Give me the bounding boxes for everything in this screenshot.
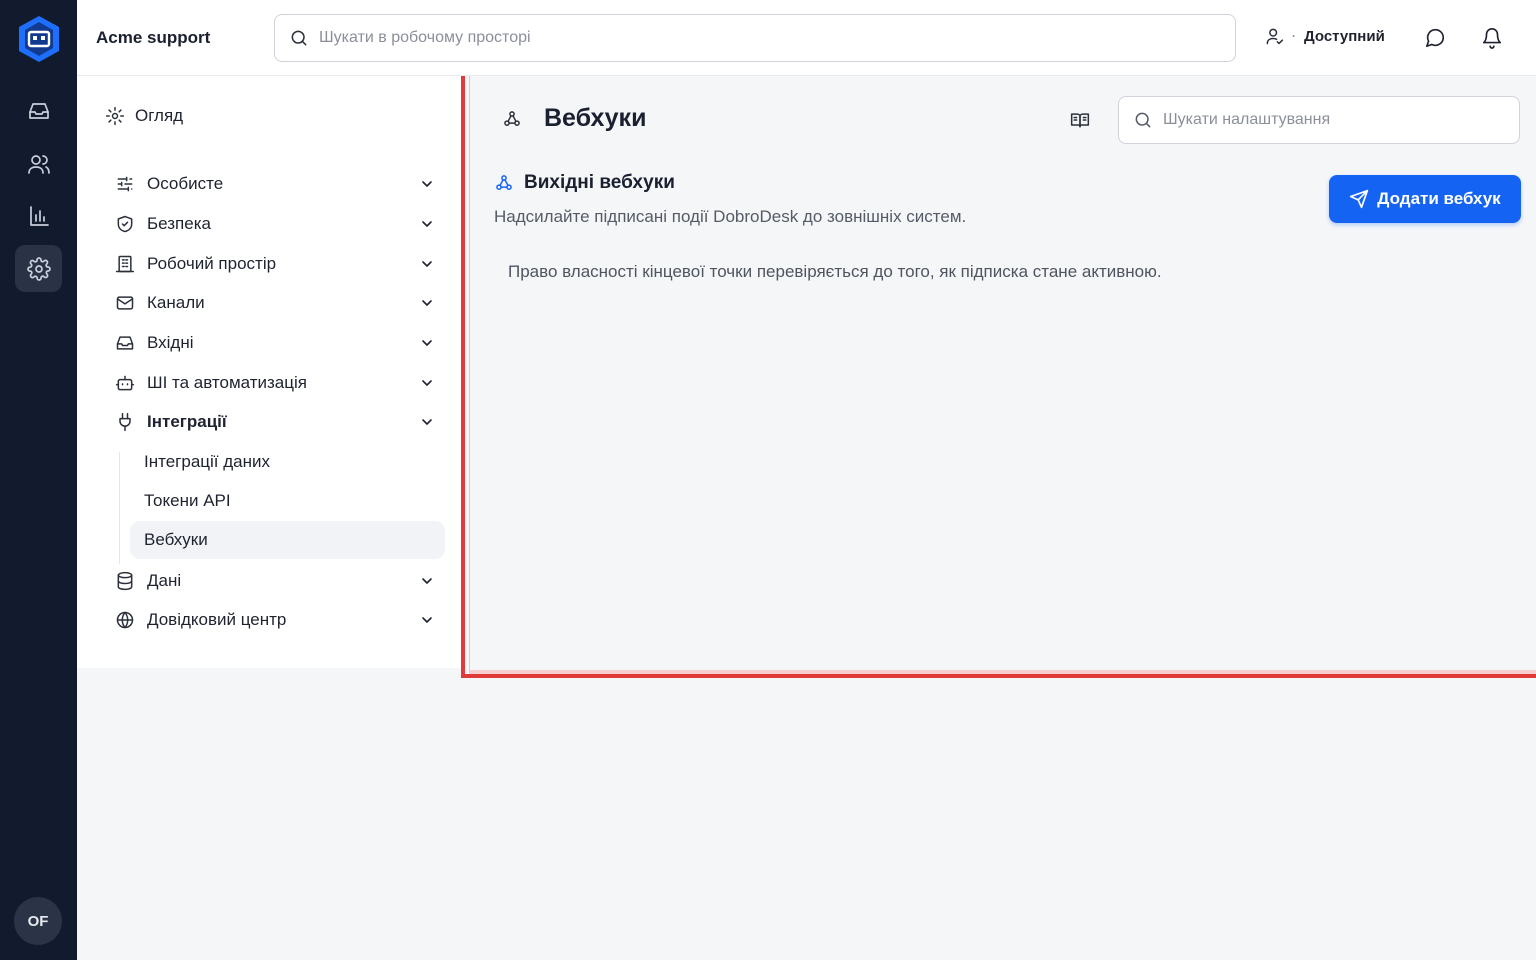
add-webhook-label: Додати вебхук (1377, 189, 1501, 208)
webhooks-panel: Вебхуки Вихідні вебхуки Надсилайте підпи… (461, 76, 1536, 678)
ownership-note: Право власності кінцевої точки перевіряє… (508, 262, 1162, 281)
user-avatar[interactable]: OF (14, 897, 62, 945)
nav-sub-api-tokens[interactable]: Токени API (130, 482, 445, 520)
settings-search-input[interactable] (1163, 111, 1519, 129)
webhooks-panel-body: Вебхуки Вихідні вебхуки Надсилайте підпи… (469, 76, 1536, 674)
nav-group-personal[interactable]: Особисте (115, 166, 435, 202)
chevron-down-icon (422, 221, 432, 227)
rail-settings-button[interactable] (15, 245, 62, 292)
chevron-down-icon (422, 261, 432, 267)
inbox-icon (116, 336, 134, 350)
rail-reports-button[interactable] (15, 192, 62, 239)
mail-icon (116, 296, 134, 310)
nav-group-label: Безпека (147, 214, 211, 233)
chevron-down-icon (422, 300, 432, 306)
status-separator: · (1292, 29, 1296, 43)
nav-group-integrations[interactable]: Інтеграції (115, 404, 435, 440)
section-title-label: Вихідні вебхуки (524, 172, 675, 193)
nav-group-label: Вхідні (147, 333, 194, 352)
nav-group-label: Робочий простір (147, 254, 277, 273)
nav-group-ai-automation[interactable]: ШІ та автоматизація (115, 365, 435, 401)
sliders-icon (117, 176, 133, 192)
chevron-down-icon (422, 380, 432, 386)
nav-group-label: Особисте (147, 174, 224, 193)
nav-sub-data-integrations[interactable]: Інтеграції даних (130, 443, 445, 481)
bell-icon (1482, 28, 1502, 49)
nav-group-label: ШІ та автоматизація (147, 373, 307, 392)
nav-group-security[interactable]: Безпека (115, 206, 435, 242)
nav-group-label: Канали (147, 293, 205, 312)
shield-icon (117, 215, 133, 233)
docs-button[interactable] (1070, 110, 1090, 135)
inbox-icon (28, 102, 49, 119)
globe-icon (116, 611, 134, 629)
availability-status[interactable]: · Доступний (1264, 26, 1385, 46)
rail-inbox-button[interactable] (15, 87, 62, 134)
workspace-name: Acme support (96, 28, 211, 47)
top-bar: Acme support · Доступний (77, 0, 1536, 76)
nav-overview[interactable]: Огляд (105, 106, 183, 126)
page-header: Вебхуки (502, 104, 646, 133)
rail-contacts-button[interactable] (15, 140, 62, 187)
building-icon (115, 255, 135, 273)
message-circle-icon (1425, 28, 1445, 48)
bot-icon (115, 375, 135, 391)
webhook-icon (496, 175, 512, 190)
plug-icon (119, 412, 131, 432)
chevron-down-icon (422, 419, 432, 425)
global-search[interactable] (274, 14, 1236, 62)
webhook-icon (504, 110, 520, 126)
nav-group-channels[interactable]: Канали (115, 285, 435, 321)
chevron-down-icon (422, 340, 432, 346)
nav-sub-webhooks[interactable]: Вебхуки (130, 521, 445, 559)
section-title: Вихідні вебхуки (494, 172, 675, 194)
nav-group-workspace[interactable]: Робочий простір (115, 246, 435, 282)
nav-group-label: Інтеграції (147, 412, 227, 431)
page-title: Вебхуки (544, 104, 647, 132)
gear-icon (26, 256, 51, 281)
chat-button[interactable] (1423, 26, 1447, 50)
search-icon (291, 30, 307, 46)
gear-icon (105, 106, 125, 126)
send-icon (1350, 189, 1369, 209)
search-icon (1135, 112, 1151, 128)
nav-group-data[interactable]: Дані (115, 563, 435, 599)
app-rail: OF (0, 0, 77, 960)
nav-overview-label: Огляд (135, 106, 184, 125)
notifications-button[interactable] (1480, 26, 1504, 50)
users-icon (27, 154, 50, 174)
status-label: Доступний (1304, 27, 1385, 45)
chevron-down-icon (422, 181, 432, 187)
bar-chart-icon (29, 205, 49, 226)
nav-group-help-center[interactable]: Довідковий центр (115, 602, 435, 638)
add-webhook-button[interactable]: Додати вебхук (1329, 175, 1521, 223)
chevron-down-icon (422, 578, 432, 584)
book-open-icon (1070, 113, 1090, 128)
global-search-input[interactable] (319, 29, 1235, 47)
chevron-down-icon (422, 617, 432, 623)
section-description: Надсилайте підписані події DobroDesk до … (494, 207, 967, 226)
app-logo-icon[interactable] (16, 14, 62, 64)
nav-group-inbox[interactable]: Вхідні (115, 325, 435, 361)
submenu-line (119, 452, 120, 564)
nav-group-label: Дані (147, 571, 182, 590)
database-icon (117, 571, 133, 591)
user-status-icon (1266, 28, 1284, 45)
nav-group-label: Довідковий центр (147, 610, 287, 629)
settings-search[interactable] (1118, 96, 1520, 144)
settings-nav: Огляд Особисте Безпека Робочий простір К… (77, 76, 461, 668)
